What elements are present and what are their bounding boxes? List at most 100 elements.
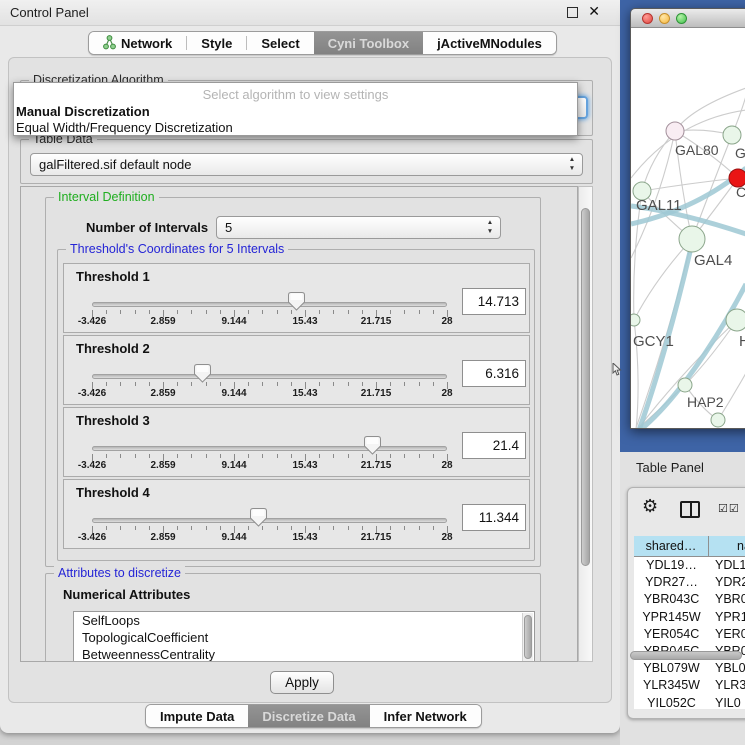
- slider-tick: [277, 310, 278, 314]
- network-node-gal4[interactable]: [679, 226, 705, 252]
- number-of-intervals-combobox[interactable]: 5 ▲▼: [216, 216, 501, 239]
- slider-tick: [362, 526, 363, 530]
- threshold-value-field[interactable]: 6.316: [462, 360, 526, 387]
- main-scrollbar[interactable]: [578, 186, 593, 662]
- network-edge[interactable]: [675, 88, 745, 131]
- list-item[interactable]: TopologicalCoefficient: [74, 629, 534, 646]
- minimize-traffic-light[interactable]: [659, 13, 670, 24]
- horizontal-scrollbar[interactable]: [630, 651, 742, 660]
- table-cell[interactable]: YBR0: [709, 591, 745, 608]
- tab-jactivemnodules[interactable]: jActiveMNodules: [423, 32, 556, 54]
- table-cell[interactable]: YIL0: [709, 695, 745, 710]
- checkbox-icons[interactable]: ☑☑: [718, 502, 740, 515]
- node-label: H: [739, 333, 745, 350]
- scrollbar-thumb[interactable]: [581, 208, 590, 566]
- table-row[interactable]: YLR345WYLR3: [634, 677, 745, 694]
- list-item[interactable]: SelfLoops: [74, 612, 534, 629]
- slider-tick: [262, 310, 263, 314]
- slider-tick: [433, 310, 434, 314]
- table-row[interactable]: YER054CYER0: [634, 626, 745, 643]
- table-cell[interactable]: YDL1: [709, 557, 745, 574]
- slider-tick: [433, 526, 434, 530]
- tab-network[interactable]: Network: [89, 32, 186, 54]
- table-row[interactable]: YPR145WYPR1: [634, 609, 745, 626]
- apply-button[interactable]: Apply: [270, 671, 334, 694]
- node-attribute-table: shared… na YDL19…YDL1YDR27…YDR2YBR043CYB…: [634, 536, 745, 709]
- close-traffic-light[interactable]: [642, 13, 653, 24]
- table-cell[interactable]: YPR145W: [634, 609, 709, 626]
- table-row[interactable]: YDR27…YDR2: [634, 574, 745, 591]
- table-panel-body: ⚙ ☑☑ shared… na YDL19…YDL1YDR27…YDR2YBR0…: [627, 487, 745, 719]
- table-cell[interactable]: YPR1: [709, 609, 745, 626]
- tab-label: Discretize Data: [262, 709, 355, 724]
- network-canvas[interactable]: GAL80GAL11GAL4GCY1HHAP2GC: [631, 28, 745, 429]
- slider-track[interactable]: [92, 518, 447, 523]
- slider-track[interactable]: [92, 374, 447, 379]
- network-node[interactable]: [723, 126, 741, 144]
- numerical-attributes-list[interactable]: SelfLoopsTopologicalCoefficientBetweenne…: [73, 611, 535, 662]
- slider-tick: [220, 310, 221, 314]
- slider-tick: [135, 382, 136, 386]
- menu-item-manual-discretization[interactable]: Manual Discretization: [16, 104, 150, 119]
- zoom-traffic-light[interactable]: [676, 13, 687, 24]
- slider-track[interactable]: [92, 302, 447, 307]
- network-node-gcy1[interactable]: [631, 314, 640, 326]
- table-cell[interactable]: YLR3: [709, 677, 745, 694]
- combo-stepper-icon[interactable]: ▲▼: [484, 218, 496, 238]
- table-cell[interactable]: YDL19…: [634, 557, 709, 574]
- list-scrollbar[interactable]: [522, 613, 533, 662]
- screen: Control Panel ✕ NetworkStyleSelectCyni T…: [0, 0, 745, 745]
- table-cell[interactable]: YBL079W: [634, 660, 709, 677]
- slider-tick-label: -3.426: [67, 388, 117, 399]
- threshold-value-field[interactable]: 11.344: [462, 504, 526, 531]
- slider-tick: [419, 454, 420, 458]
- columns-icon[interactable]: [680, 501, 700, 518]
- slider-thumb[interactable]: [250, 508, 267, 527]
- close-icon[interactable]: ✕: [588, 3, 600, 20]
- list-item[interactable]: BetweennessCentrality: [74, 646, 534, 662]
- tab-style[interactable]: Style: [187, 32, 246, 54]
- tab-cyni-toolbox[interactable]: Cyni Toolbox: [314, 32, 423, 54]
- network-node[interactable]: [711, 413, 725, 427]
- tab-impute-data[interactable]: Impute Data: [146, 705, 248, 727]
- network-node-h[interactable]: [726, 309, 745, 331]
- table-cell[interactable]: YBR043C: [634, 591, 709, 608]
- slider-tick: [120, 454, 121, 458]
- slider-thumb[interactable]: [288, 292, 305, 311]
- slider-tick: [390, 526, 391, 530]
- network-node-gal80[interactable]: [666, 122, 684, 140]
- gear-icon[interactable]: ⚙: [642, 496, 658, 517]
- table-row[interactable]: YIL052CYIL0: [634, 695, 745, 710]
- column-header-name[interactable]: na: [709, 536, 745, 556]
- table-data-combobox[interactable]: galFiltered.sif default node ▲▼: [30, 153, 583, 176]
- table-row[interactable]: YBL079WYBL0: [634, 660, 745, 677]
- network-node-hap2[interactable]: [678, 378, 692, 392]
- tab-select[interactable]: Select: [247, 32, 313, 54]
- tab-discretize-data[interactable]: Discretize Data: [248, 705, 369, 727]
- node-label: GAL80: [675, 142, 719, 158]
- threshold-panel-4: Threshold 4-3.4262.8599.14415.4321.71528…: [63, 479, 530, 549]
- threshold-value-field[interactable]: 14.713: [462, 288, 526, 315]
- threshold-label: Threshold 4: [76, 485, 150, 500]
- float-window-icon[interactable]: [567, 7, 578, 18]
- slider-tick: [135, 526, 136, 530]
- threshold-value-field[interactable]: 21.4: [462, 432, 526, 459]
- table-cell[interactable]: YDR27…: [634, 574, 709, 591]
- slider-thumb[interactable]: [194, 364, 211, 383]
- column-header-shared-name[interactable]: shared…: [634, 536, 709, 556]
- table-cell[interactable]: YER0: [709, 626, 745, 643]
- table-cell[interactable]: YER054C: [634, 626, 709, 643]
- slider-tick: [106, 310, 107, 314]
- slider-thumb[interactable]: [364, 436, 381, 455]
- slider-track[interactable]: [92, 446, 447, 451]
- table-cell[interactable]: YLR345W: [634, 677, 709, 694]
- table-cell[interactable]: YBL0: [709, 660, 745, 677]
- table-row[interactable]: YDL19…YDL1: [634, 557, 745, 574]
- table-cell[interactable]: YIL052C: [634, 695, 709, 710]
- slider-tick: [362, 454, 363, 458]
- table-row[interactable]: YBR043CYBR0: [634, 591, 745, 608]
- table-cell[interactable]: YDR2: [709, 574, 745, 591]
- tab-infer-network[interactable]: Infer Network: [370, 705, 481, 727]
- menu-item-equal-width-frequency[interactable]: Equal Width/Frequency Discretization: [16, 120, 233, 135]
- combo-stepper-icon[interactable]: ▲▼: [566, 155, 578, 175]
